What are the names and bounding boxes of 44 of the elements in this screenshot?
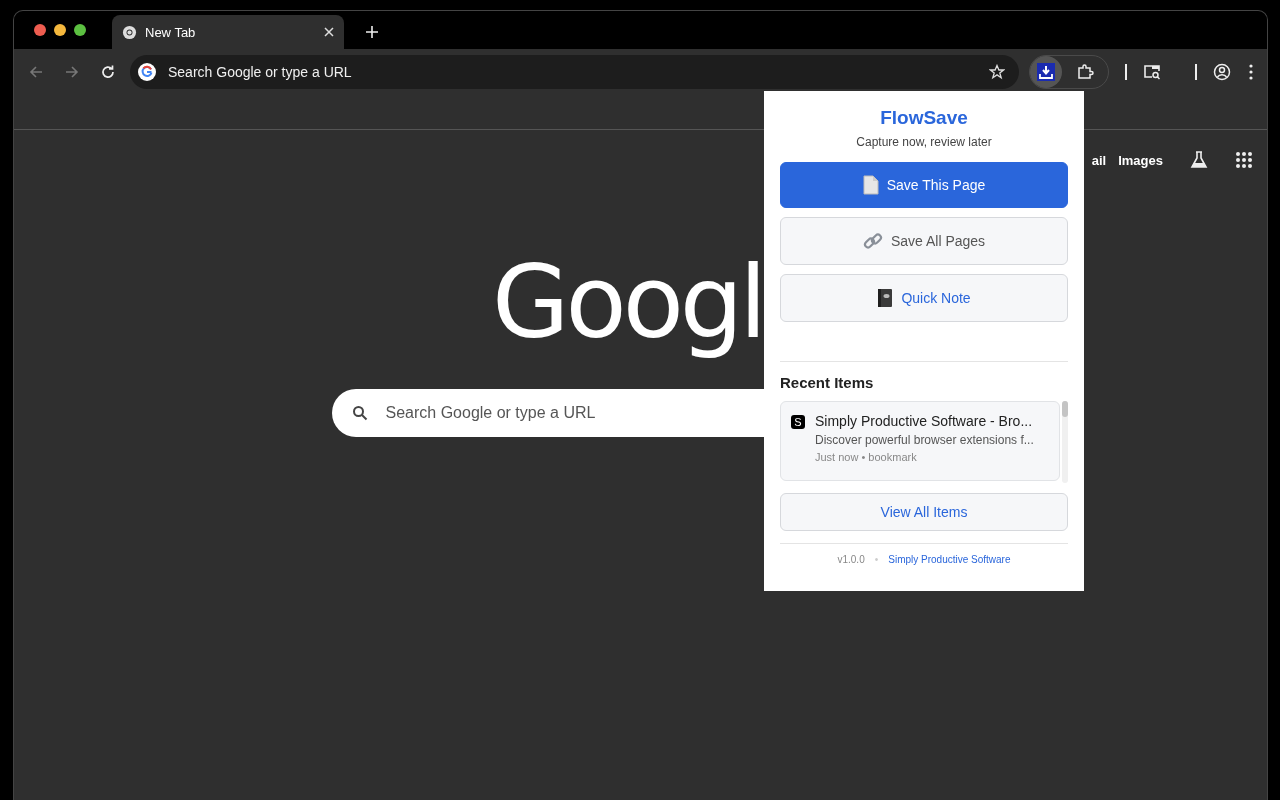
popup-title: FlowSave <box>879 107 969 129</box>
site-favicon: S <box>791 415 805 429</box>
download-icon <box>1037 63 1055 81</box>
action-button[interactable]: Save This Page <box>780 162 1068 208</box>
notebook-icon <box>877 288 894 308</box>
reload-icon[interactable] <box>100 64 116 80</box>
recent-item-card[interactable]: S Simply Productive Software - Bro... Discover powerful browser extensions f... Just now • bookmark <box>780 401 1060 481</box>
document-icon <box>862 175 879 195</box>
close-tab-icon[interactable] <box>324 27 334 37</box>
address-field[interactable]: Search Google or type a URL <box>166 63 979 81</box>
tab-title: New Tab <box>145 24 197 40</box>
chain-link-icon <box>862 231 883 251</box>
view-all-button[interactable]: View All Items <box>780 493 1068 531</box>
action-button[interactable]: Quick Note <box>780 274 1068 322</box>
google-logo: Googl <box>492 243 764 363</box>
browser-tab[interactable]: New Tab <box>112 15 344 49</box>
google-g-icon <box>138 63 156 81</box>
profile-icon[interactable] <box>1213 63 1231 81</box>
scrollbar-thumb[interactable] <box>1062 401 1068 417</box>
apps-grid-icon[interactable] <box>1235 151 1253 169</box>
zoom-window-button[interactable] <box>74 24 86 36</box>
search-icon <box>351 405 368 421</box>
browser-logo-icon <box>122 24 137 40</box>
popup-subtitle: Capture now, review later <box>855 135 993 149</box>
forward-icon[interactable] <box>64 64 80 80</box>
bookmark-star-icon[interactable] <box>989 64 1005 80</box>
close-window-button[interactable] <box>34 24 46 36</box>
minimize-window-button[interactable] <box>54 24 66 36</box>
developer-link[interactable]: Simply Productive Software <box>888 554 1011 565</box>
more-menu-icon[interactable] <box>1249 64 1253 80</box>
new-tab-icon[interactable] <box>366 26 378 38</box>
puzzle-icon[interactable] <box>1076 63 1094 81</box>
top-link[interactable]: ail <box>1091 152 1107 168</box>
address-bar[interactable]: Search Google or type a URL <box>130 55 1019 89</box>
flask-icon[interactable] <box>1189 150 1209 170</box>
top-link[interactable]: Images <box>1118 152 1163 168</box>
action-button[interactable]: Save All Pages <box>780 217 1068 265</box>
back-icon[interactable] <box>28 64 44 80</box>
item-meta: Just now • bookmark <box>815 451 918 463</box>
section-heading: Recent Items <box>780 374 875 391</box>
separator-dot: • <box>874 554 879 565</box>
tab-search-icon[interactable] <box>1143 63 1161 81</box>
extension-button[interactable] <box>1030 56 1062 88</box>
version-label: v1.0.0 <box>837 554 865 565</box>
